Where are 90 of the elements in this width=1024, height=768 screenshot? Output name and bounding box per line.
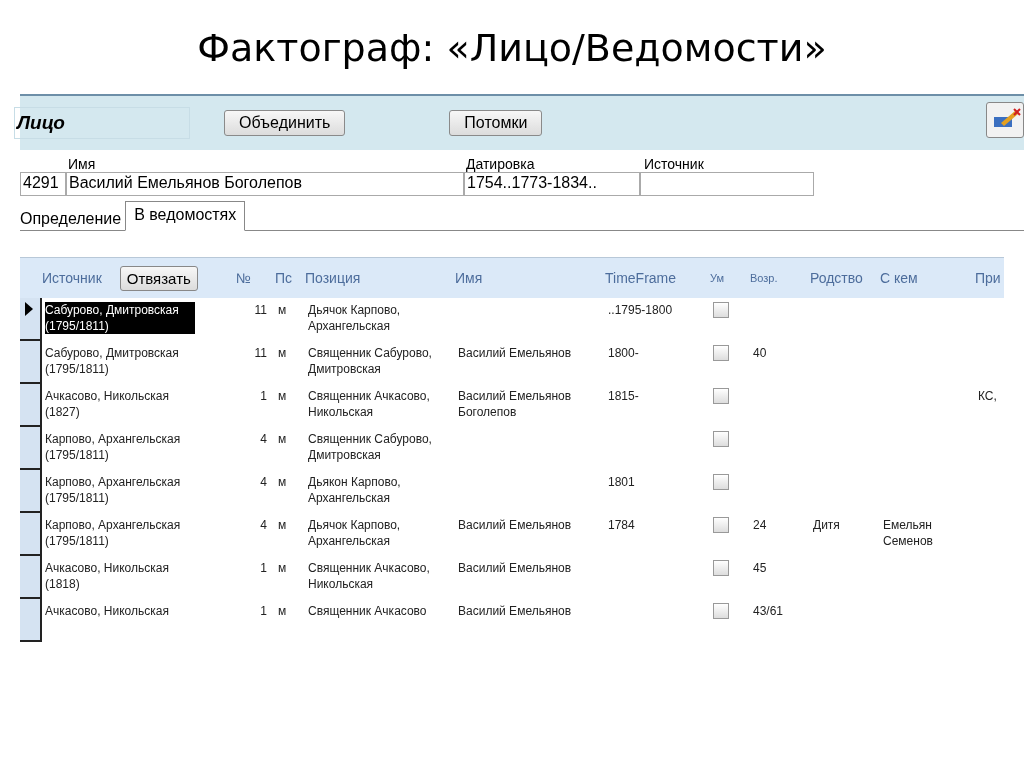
field-label: Датировка [465, 156, 536, 172]
table-cell: 4 [260, 518, 267, 532]
table-cell: Дьячок Карпово, Архангельская [308, 518, 401, 548]
checkbox[interactable] [713, 345, 729, 361]
table-cell: 1 [260, 561, 267, 575]
table-cell: 40 [753, 346, 767, 360]
table-cell-text: Карпово, Архангельская (1795/1811) [45, 517, 182, 549]
table-cell-text: Карпово, Архангельская (1795/1811) [45, 431, 182, 463]
column-header: Пс [275, 270, 293, 286]
row-selector[interactable] [20, 470, 42, 513]
table-cell: м [278, 604, 287, 618]
edit-icon[interactable] [986, 102, 1024, 138]
table-cell: Сабурово, Дмитровская (1795/1811) [45, 302, 195, 334]
unbind-button[interactable]: Отвязать [119, 265, 198, 291]
checkbox[interactable] [713, 474, 729, 490]
row-selector[interactable] [20, 298, 42, 341]
table-cell-text: Карпово, Архангельская (1795/1811) [45, 474, 182, 506]
table-cell: м [278, 475, 287, 489]
slide-title: Фактограф: «Лицо/Ведомости» [196, 25, 828, 72]
checkbox[interactable] [713, 603, 729, 619]
column-header: Источник [42, 270, 102, 286]
checkbox[interactable] [713, 431, 729, 447]
id-field[interactable]: 4291 [20, 172, 66, 196]
checkbox[interactable] [713, 388, 729, 404]
column-header: Имя [455, 270, 483, 286]
table-cell: м [278, 561, 287, 575]
column-header: При [975, 270, 1001, 286]
column-header: Ум [710, 272, 725, 284]
name-field[interactable]: Василий Емельянов Боголепов [66, 172, 464, 196]
table-cell: Дьякон Карпово, Архангельская [308, 475, 401, 505]
table-cell: Священник Ачкасово [308, 604, 427, 618]
table-cell: 11 [254, 346, 267, 360]
source-field[interactable] [640, 172, 814, 196]
column-header: С кем [880, 270, 918, 286]
table-cell: Дитя [813, 518, 840, 532]
table-cell: 24 [753, 518, 767, 532]
table-cell: Дьячок Карпово, Архангельская [308, 303, 401, 333]
table-cell: Василий Емельянов [458, 518, 572, 532]
table-cell: Священник Сабурово, Дмитровская [308, 346, 432, 376]
row-selector[interactable] [20, 599, 42, 642]
form-title: Лицо [14, 107, 190, 139]
table-cell: Священник Сабурово, Дмитровская [308, 432, 432, 462]
field-label: Источник [643, 156, 705, 172]
descendants-button[interactable]: Потомки [449, 110, 543, 136]
merge-button[interactable]: Объединить [224, 110, 346, 136]
table-cell: 43/61 [753, 604, 784, 618]
table-cell: Священник Ачкасово, Никольская [308, 389, 430, 419]
column-header: № [236, 270, 252, 286]
row-selector[interactable] [20, 384, 42, 427]
column-header: Родство [810, 270, 863, 286]
table-cell-text: Ачкасово, Никольская (1818) [45, 560, 170, 592]
table-cell: м [278, 432, 287, 446]
row-selector[interactable] [20, 341, 42, 384]
table-cell: Василий Емельянов [458, 604, 572, 618]
table-cell: Емельян Семенов [883, 518, 933, 548]
table-cell: 4 [260, 432, 267, 446]
dating-field[interactable]: 1754..1773-1834.. [464, 172, 640, 196]
column-header: Позиция [305, 270, 361, 286]
table-cell: Василий Емельянов [458, 561, 572, 575]
table-cell: м [278, 303, 287, 317]
table-cell: м [278, 389, 287, 403]
table-cell: 4 [260, 475, 267, 489]
table-cell: 1 [260, 389, 267, 403]
table-cell: 1784 [608, 518, 635, 532]
table-cell: Священник Ачкасово, Никольская [308, 561, 430, 591]
table-cell: 1800- [608, 346, 639, 360]
row-selector[interactable] [20, 427, 42, 470]
table-cell-text: Ачкасово, Никольская (1827) [45, 388, 170, 420]
table-cell: 45 [753, 561, 767, 575]
table-cell: м [278, 518, 287, 532]
table-cell: Василий Емельянов Боголепов [458, 389, 572, 419]
checkbox[interactable] [713, 517, 729, 533]
table-cell: 1815- [608, 389, 639, 403]
table-cell: 1 [260, 604, 267, 618]
column-header: Возр. [750, 272, 778, 284]
table-cell: Василий Емельянов [458, 346, 572, 360]
table-cell: м [278, 346, 287, 360]
table-cell: 1801 [608, 475, 635, 489]
checkbox[interactable] [713, 302, 729, 318]
table-cell-text: Сабурово, Дмитровская (1795/1811) [45, 345, 180, 377]
field-label: Имя [67, 156, 97, 172]
checkbox[interactable] [713, 560, 729, 576]
table-cell: КС, [978, 389, 997, 403]
row-selector[interactable] [20, 513, 42, 556]
table-cell: ..1795-1800 [608, 303, 673, 317]
table-cell: 11 [254, 303, 267, 317]
table-cell: Ачкасово, Никольская [45, 603, 169, 619]
row-selector[interactable] [20, 556, 42, 599]
tab[interactable]: В ведомостях [125, 201, 246, 231]
column-header: TimeFrame [605, 270, 677, 286]
